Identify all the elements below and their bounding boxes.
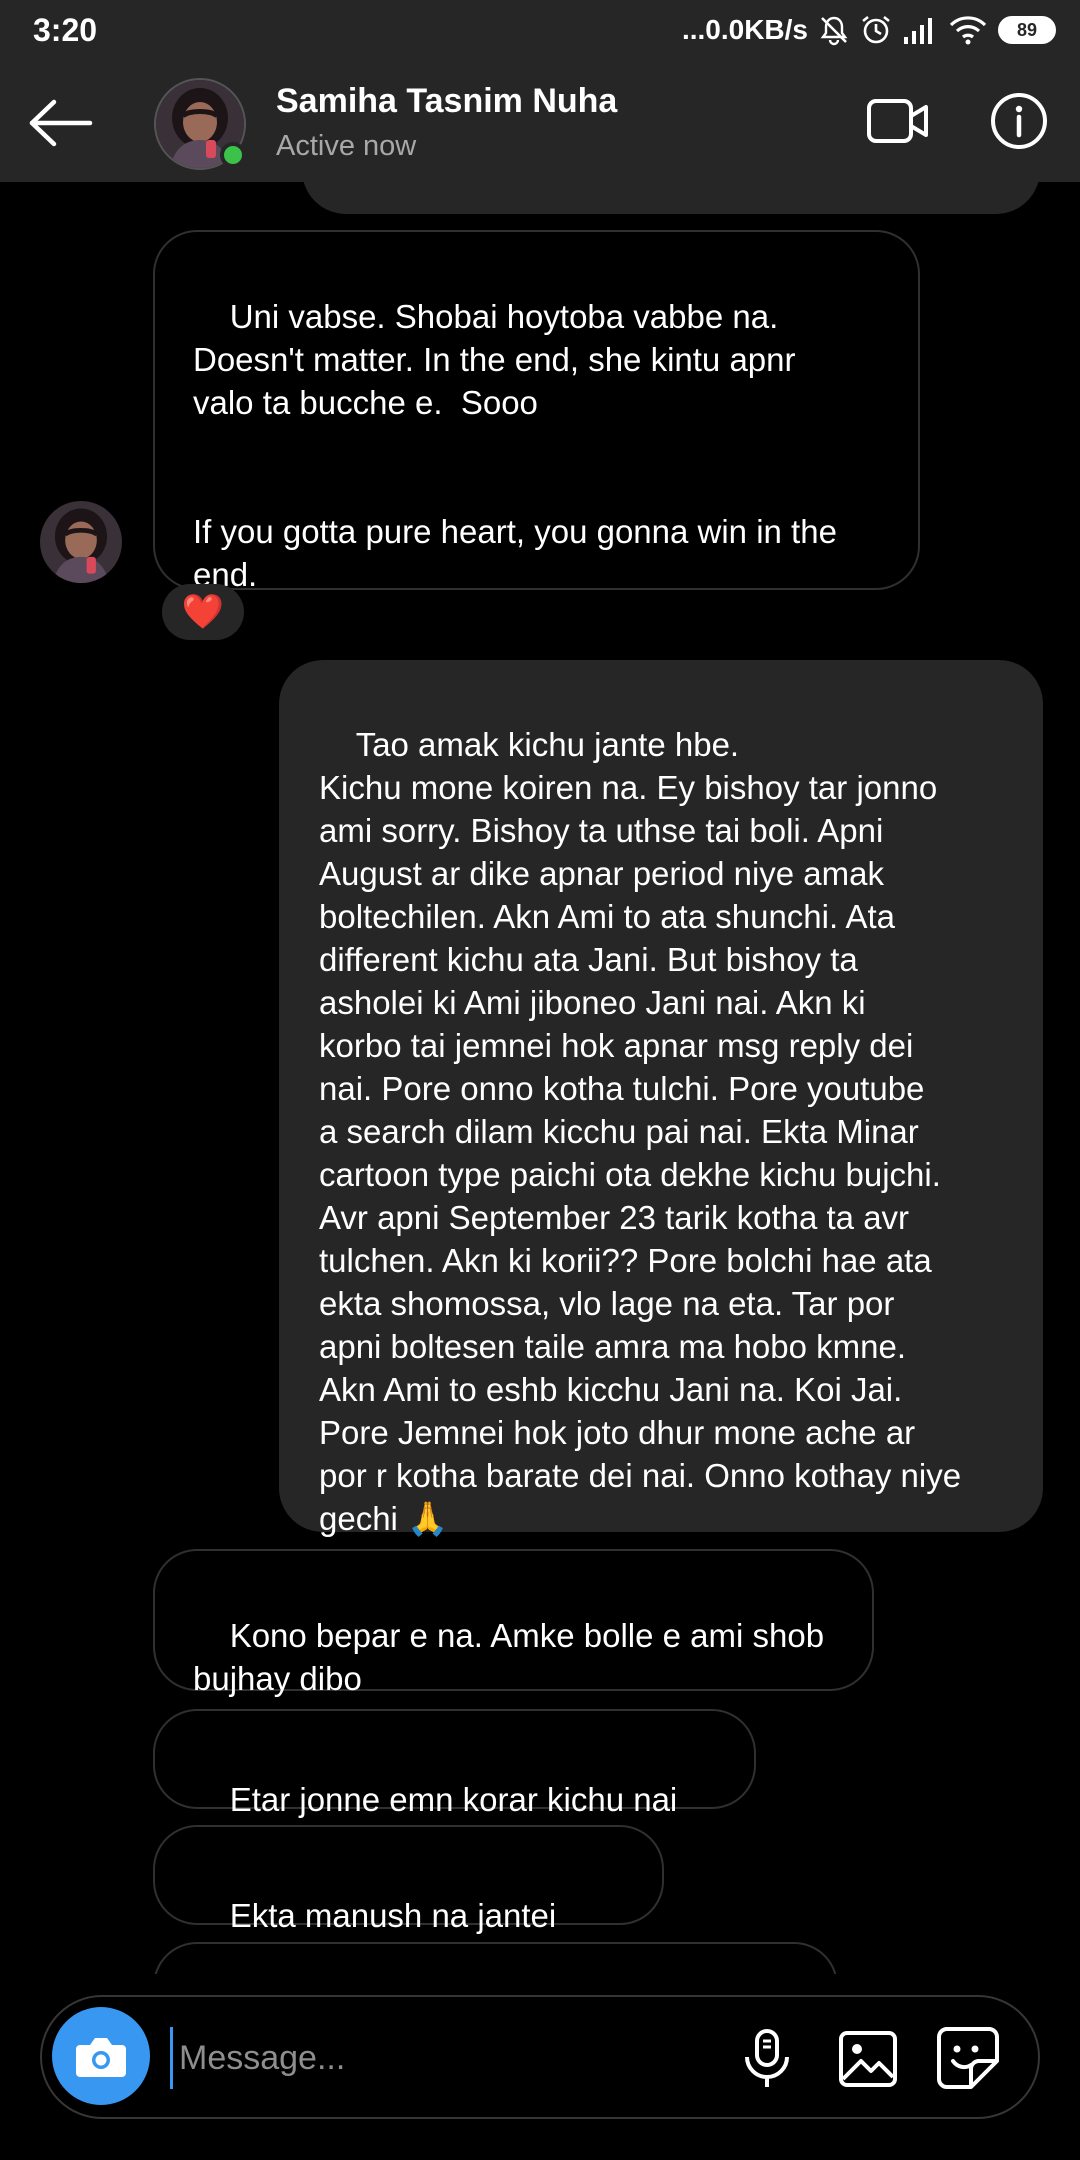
gallery-button[interactable] [835, 2027, 901, 2091]
wifi-icon [948, 15, 988, 45]
sticker-button[interactable] [935, 2025, 1001, 2091]
message-bubble-sent[interactable]: Tao amak kichu jante hbe. Kichu mone koi… [279, 660, 1043, 1537]
video-call-icon [867, 99, 928, 143]
info-icon [991, 93, 1047, 149]
message-thread[interactable]: Uni vabse. Shobai hoytoba vabbe na. Does… [0, 182, 1080, 1974]
camera-button[interactable] [52, 2007, 150, 2105]
status-icons: ...0.0KB/s 89 [682, 10, 1056, 50]
status-time: 3:20 [33, 12, 98, 48]
active-status: Active now [276, 130, 417, 162]
voice-message-button[interactable] [737, 2027, 797, 2091]
gallery-icon [839, 2031, 897, 2087]
status-bar: 3:20 ...0.0KB/s 89 [0, 0, 1080, 62]
alarm-icon [860, 14, 892, 46]
microphone-icon [745, 2029, 789, 2087]
camera-icon [76, 2038, 126, 2077]
message-bubble-received[interactable]: Uni vabse. Shobai hoytoba vabbe na. Does… [153, 230, 920, 593]
message-composer [40, 1995, 1040, 2119]
heart-icon: ❤️ [181, 593, 225, 631]
mute-icon [818, 14, 850, 46]
message-text: Uni vabse. Shobai hoytoba vabbe na. Does… [193, 298, 837, 593]
heart-reaction[interactable]: ❤️ [162, 584, 244, 640]
chat-header: Samiha Tasnim Nuha Active now [0, 62, 1080, 182]
message-input[interactable] [170, 2027, 741, 2089]
sticker-icon [937, 2027, 999, 2089]
contact-avatar[interactable] [154, 78, 246, 170]
info-button[interactable] [990, 92, 1048, 150]
message-bubble-received[interactable]: Ekta manush na jantei pare. [153, 1825, 664, 1974]
online-status-dot [220, 142, 246, 168]
back-button[interactable] [26, 98, 96, 148]
message-bubble-received[interactable]: Etar jonne emn korar kichu nai 😄 [153, 1709, 756, 1861]
battery-icon: 89 [998, 16, 1056, 44]
signal-icon [902, 15, 938, 45]
sender-avatar[interactable] [40, 501, 122, 583]
back-arrow-icon [29, 99, 93, 147]
network-speed: ...0.0KB/s [681, 14, 808, 45]
message-text: Kono bepar e na. Amke bolle e ami shob b… [193, 1617, 825, 1697]
message-bubble-partial[interactable] [302, 182, 1040, 214]
contact-name[interactable]: Samiha Tasnim Nuha [276, 82, 617, 121]
video-call-button[interactable] [866, 96, 930, 146]
message-bubble-partial[interactable] [153, 1942, 838, 1974]
message-bubble-received[interactable]: Kono bepar e na. Amke bolle e ami shob b… [153, 1549, 874, 1697]
message-text: Tao amak kichu jante hbe. Kichu mone koi… [319, 726, 962, 1537]
